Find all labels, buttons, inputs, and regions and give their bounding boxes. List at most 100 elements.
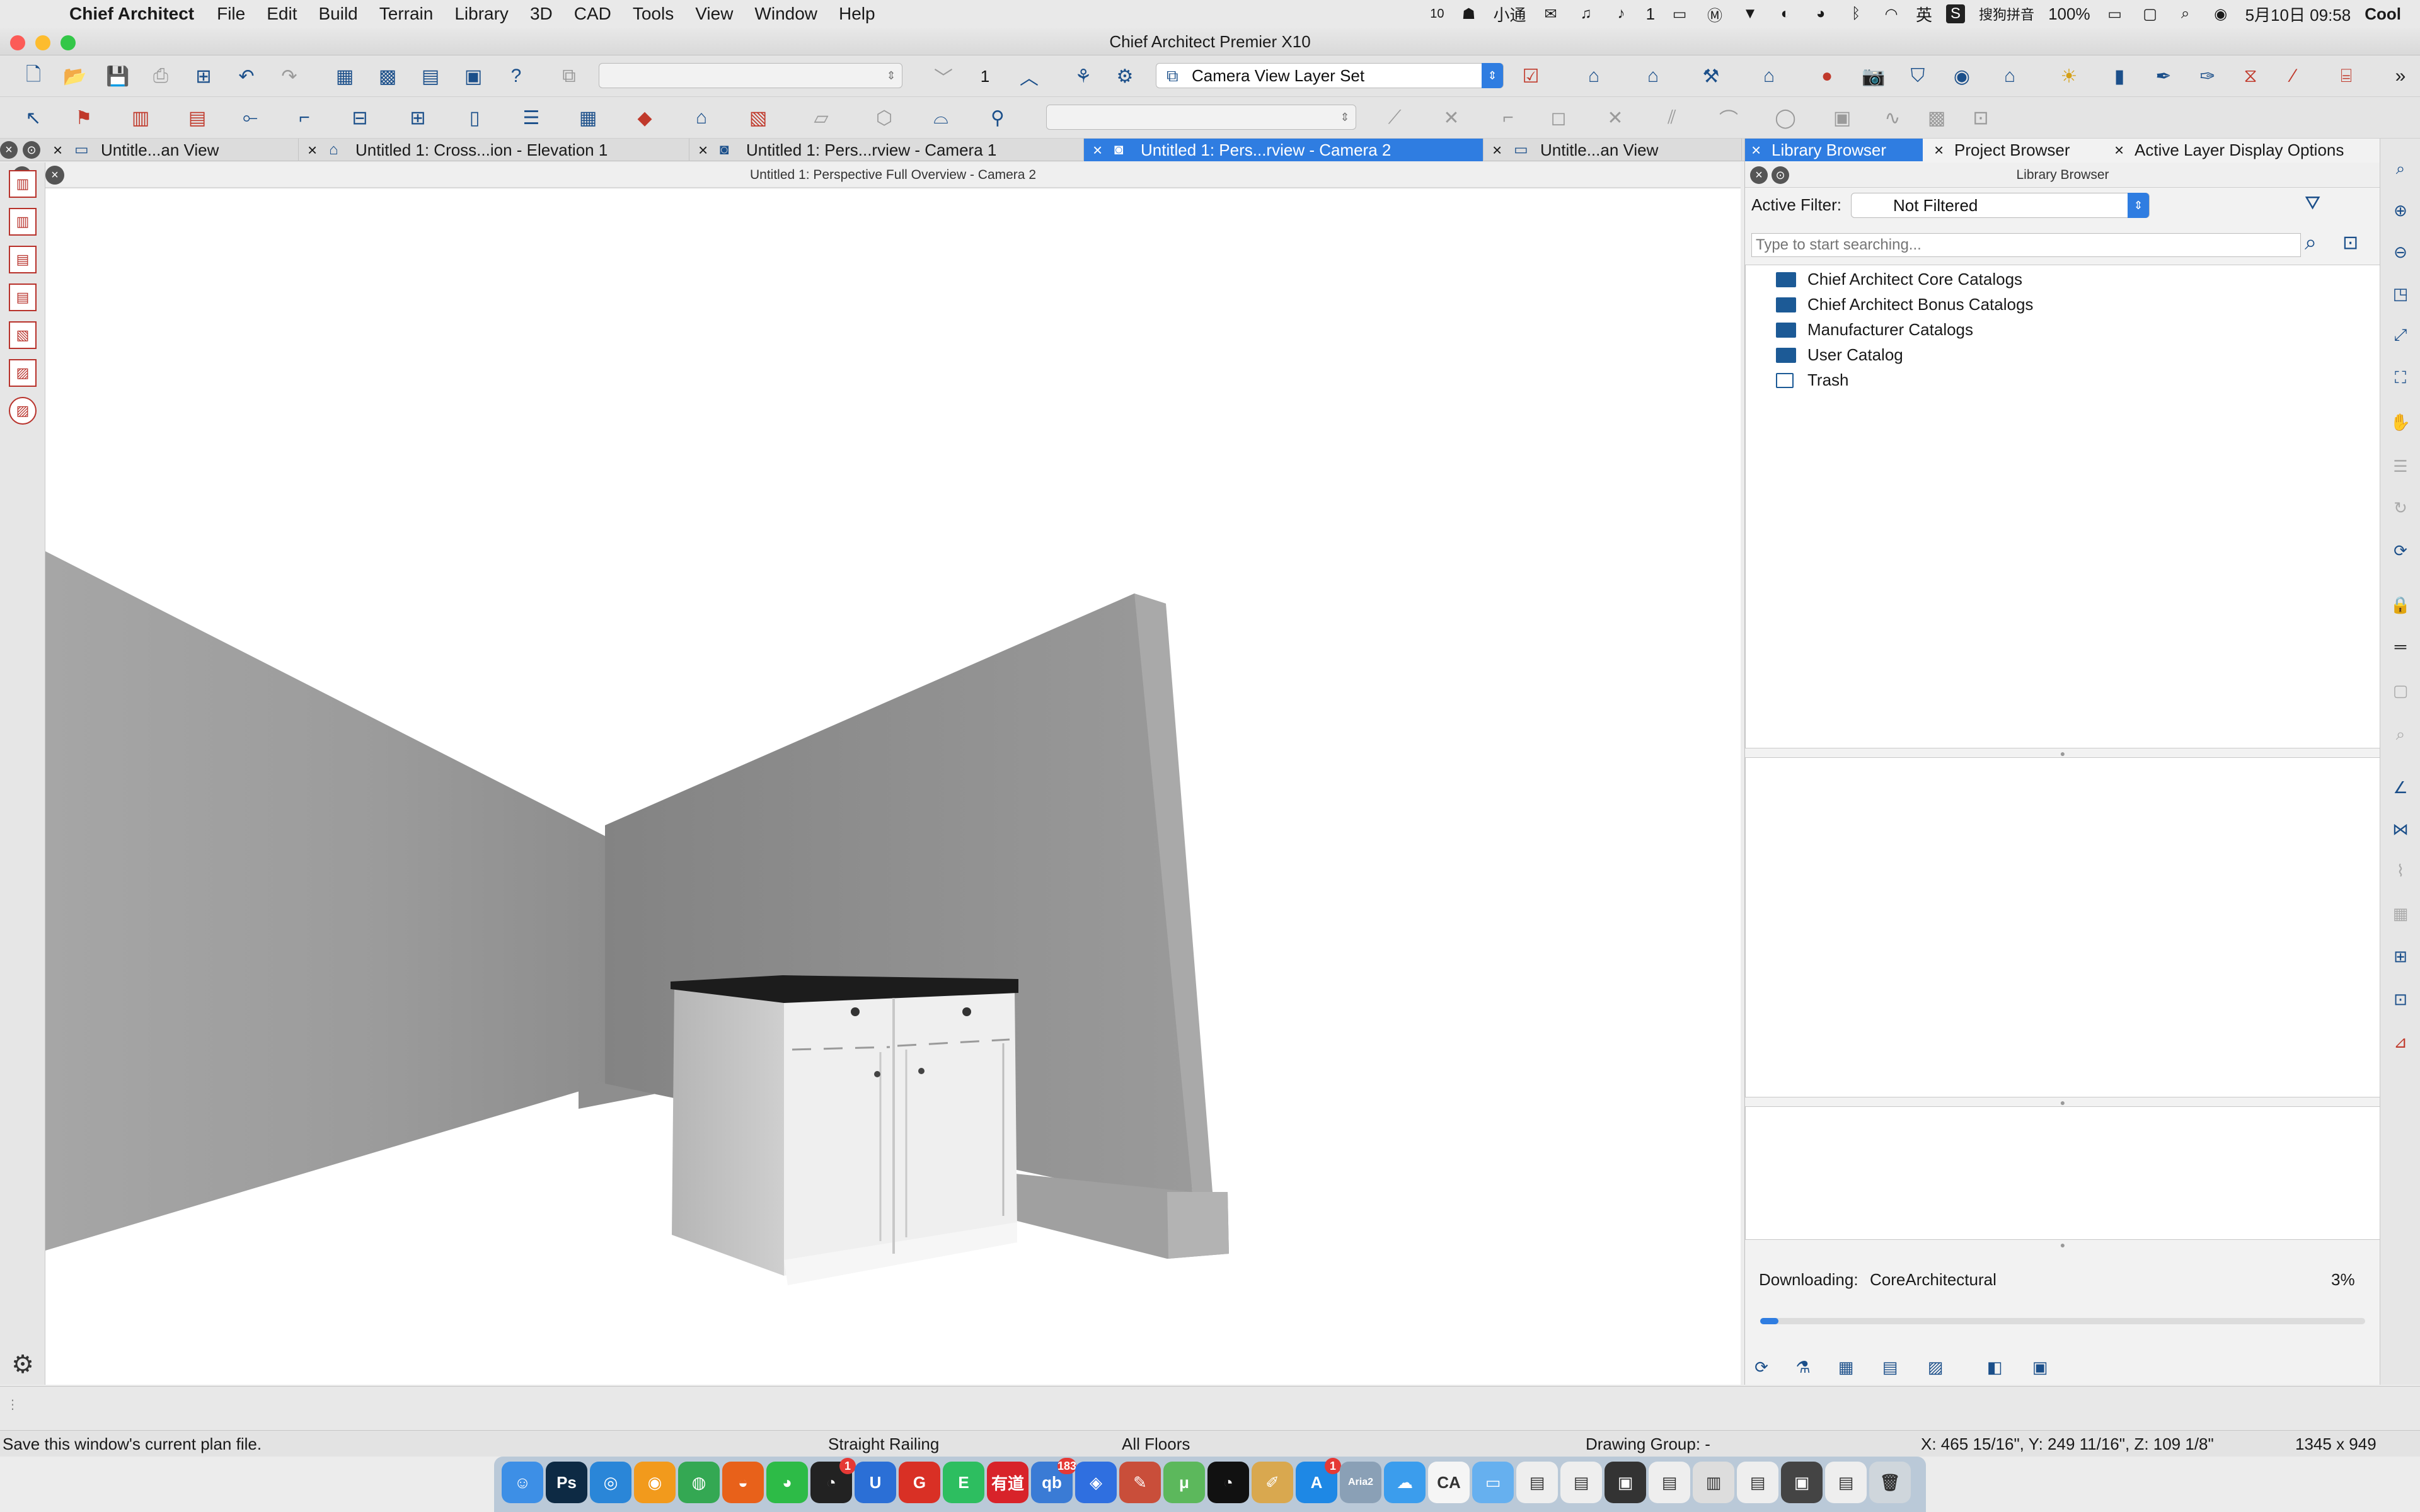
material-painter-icon[interactable]: ✑ [2193,62,2222,91]
tray-notification-icon[interactable]: ♪ [1611,4,1632,23]
tray-m-icon[interactable]: Ⓜ [1704,4,1726,25]
arc-tool-icon[interactable]: ⌒ [1714,103,1743,132]
fill-window-building-icon[interactable]: ⛶ [2388,365,2413,391]
battery-icon[interactable]: ▭ [2104,4,2126,23]
toggle-display-icon[interactable]: ▣ [459,62,488,91]
dock-firefox-icon[interactable]: ◒ [722,1462,764,1503]
render-icon[interactable]: ◉ [1947,62,1976,91]
filter-icon[interactable]: ⛛ [2305,193,2332,220]
light-icon[interactable]: ☀ [2054,62,2083,91]
shape-tool-icon[interactable]: ⬡ [870,103,899,132]
dock-finder-icon[interactable]: ☺ [502,1462,543,1503]
app-menu[interactable]: Chief Architect [69,4,194,24]
ruler-icon[interactable]: ⁄ [2279,62,2308,91]
tray-bluetooth-icon[interactable]: ᛒ [1845,4,1867,23]
material-icon[interactable]: ▮ [2105,62,2134,91]
tray-ime-label[interactable]: 搜狗拼音 [1979,4,2034,24]
splitter-handle[interactable]: ● [2056,1240,2069,1250]
eyedropper-icon[interactable]: ✒ [2149,62,2178,91]
cabinet-tool-icon[interactable]: ▤ [183,103,212,132]
3d-scene[interactable] [45,189,1741,1385]
tray-number[interactable]: 10 [1430,7,1444,21]
circle-tool-icon[interactable]: ◯ [1771,103,1800,132]
tab-camera-1[interactable]: × ◙ Untitled 1: Pers...rview - Camera 1 [689,139,1084,161]
menu-help[interactable]: Help [839,4,875,24]
wall-type-1-icon[interactable]: ▥ [9,170,37,198]
layers-icon[interactable]: ☰ [2388,454,2413,479]
plant-tool-icon[interactable]: ⚲ [983,103,1012,132]
dock-aria2-icon[interactable]: Aria2 [1340,1462,1381,1503]
dock-qb-icon[interactable]: qb 183 [1031,1458,1076,1503]
menu-file[interactable]: File [217,4,245,24]
close-tab-icon[interactable]: × [698,139,708,161]
refresh-view-icon[interactable]: ⟳ [2388,538,2413,563]
library-details-icon[interactable]: ▣ [2027,1354,2053,1380]
advanced-search-icon[interactable]: ⊡ [2342,232,2370,260]
tray-v-icon[interactable]: ▼ [1739,4,1761,23]
rotate-view-icon[interactable]: ↻ [2388,495,2413,520]
add-to-library-icon[interactable]: ▦ [1833,1354,1858,1380]
grid-snap-icon[interactable]: ⌇ [2388,858,2413,883]
measure-tool-icon[interactable]: ⟋ [1380,103,1409,132]
drag-handle-icon[interactable]: ⋮ [6,1397,19,1412]
siri-icon[interactable]: ◉ [2210,4,2232,23]
tab-project-browser[interactable]: × Project Browser [1928,139,2111,161]
refresh-library-icon[interactable]: ⟳ [1749,1354,1774,1380]
close-tab-icon[interactable]: × [1093,139,1102,161]
send-to-layout-icon[interactable]: ⊞ [189,62,218,91]
camera-icon[interactable]: 📷 [1859,62,1888,91]
down-floor-icon[interactable]: ﹀ [929,62,958,91]
tree-item-bonus-catalogs[interactable]: Chief Architect Bonus Catalogs [1776,293,2033,316]
zoom-window-icon[interactable]: ⌕ [2388,156,2413,181]
dock-doc5-icon[interactable]: ▤ [1737,1462,1778,1503]
bounding-box-icon[interactable]: ⊡ [2388,987,2413,1012]
window-zoom-button[interactable] [60,35,76,50]
settings-gear-icon[interactable]: ⚙ [9,1351,37,1378]
tree-item-user-catalog[interactable]: User Catalog [1776,343,1903,366]
window-tool-icon[interactable]: ⊞ [403,103,432,132]
tab-plan-view-1[interactable]: × ▭ Untitle...an View [44,139,299,161]
pan-window-icon[interactable]: ✋ [2388,410,2413,435]
dock-photoshop-icon[interactable]: Ps [546,1462,587,1503]
cad-block-icon[interactable]: ▩ [1922,103,1951,132]
tab-options-icon[interactable]: ⊙ [23,141,40,159]
dock-qq2-icon[interactable]: ◔ [1207,1462,1249,1503]
dock-doc1-icon[interactable]: ▤ [1516,1462,1558,1503]
dock-qq-icon[interactable]: ◔ 1 [810,1458,856,1503]
dock-terminal-icon[interactable]: ▣ [1605,1462,1646,1503]
menu-library[interactable]: Library [454,4,509,24]
camera-tools-icon[interactable]: ⚒ [1697,62,1726,91]
dock-utorrent-icon[interactable]: μ [1163,1462,1205,1503]
dock-baidu-icon[interactable]: ◈ [1075,1462,1117,1503]
current-floor[interactable]: 1 [971,62,1000,91]
dock-doc6-icon[interactable]: ▤ [1825,1462,1867,1503]
tree-item-manufacturer-catalogs[interactable]: Manufacturer Catalogs [1776,318,1973,341]
terrain-tool-icon[interactable]: ⌓ [926,103,955,132]
menu-window[interactable]: Window [754,4,817,24]
reference-display-icon[interactable]: ▩ [373,62,402,91]
grid-lines-icon[interactable]: ▦ [2388,901,2413,926]
object-snap-icon[interactable]: ⋈ [2388,816,2413,842]
panel-options-icon[interactable]: ⊙ [1772,166,1789,184]
callout-tool-icon[interactable]: ◻ [1544,103,1573,132]
grid-tool-icon[interactable]: ▦ [573,103,602,132]
cad-detail-icon[interactable]: ⊡ [1966,103,1995,132]
menu-terrain[interactable]: Terrain [379,4,434,24]
close-all-tabs-icon[interactable]: × [0,141,18,159]
dock-paint-icon[interactable]: ✎ [1119,1462,1161,1503]
select-objects-icon[interactable]: ↖ [19,103,48,132]
undo-icon[interactable]: ↶ [232,62,261,91]
menu-3d[interactable]: 3D [530,4,553,24]
wall-type-4-icon[interactable]: ▤ [9,284,37,311]
tray-chat-icon[interactable]: ✉ [1540,4,1562,23]
tray-battery-percent[interactable]: 100% [2048,4,2090,24]
adjust-icon[interactable]: ⧖ [2236,62,2265,91]
dock-screen-icon[interactable]: ▣ [1781,1462,1823,1503]
tray-input-language[interactable]: 英 [1916,3,1932,26]
close-tab-icon[interactable]: × [1934,139,1944,161]
zoom-in-icon[interactable]: ⊕ [2388,198,2413,223]
library-object-icon[interactable]: ⚗ [1790,1354,1816,1380]
lock-icon[interactable]: 🔒 [2388,592,2413,617]
up-floor-icon[interactable]: ︿ [1015,62,1044,91]
temp-dimension-icon[interactable]: ⊿ [2388,1029,2413,1055]
